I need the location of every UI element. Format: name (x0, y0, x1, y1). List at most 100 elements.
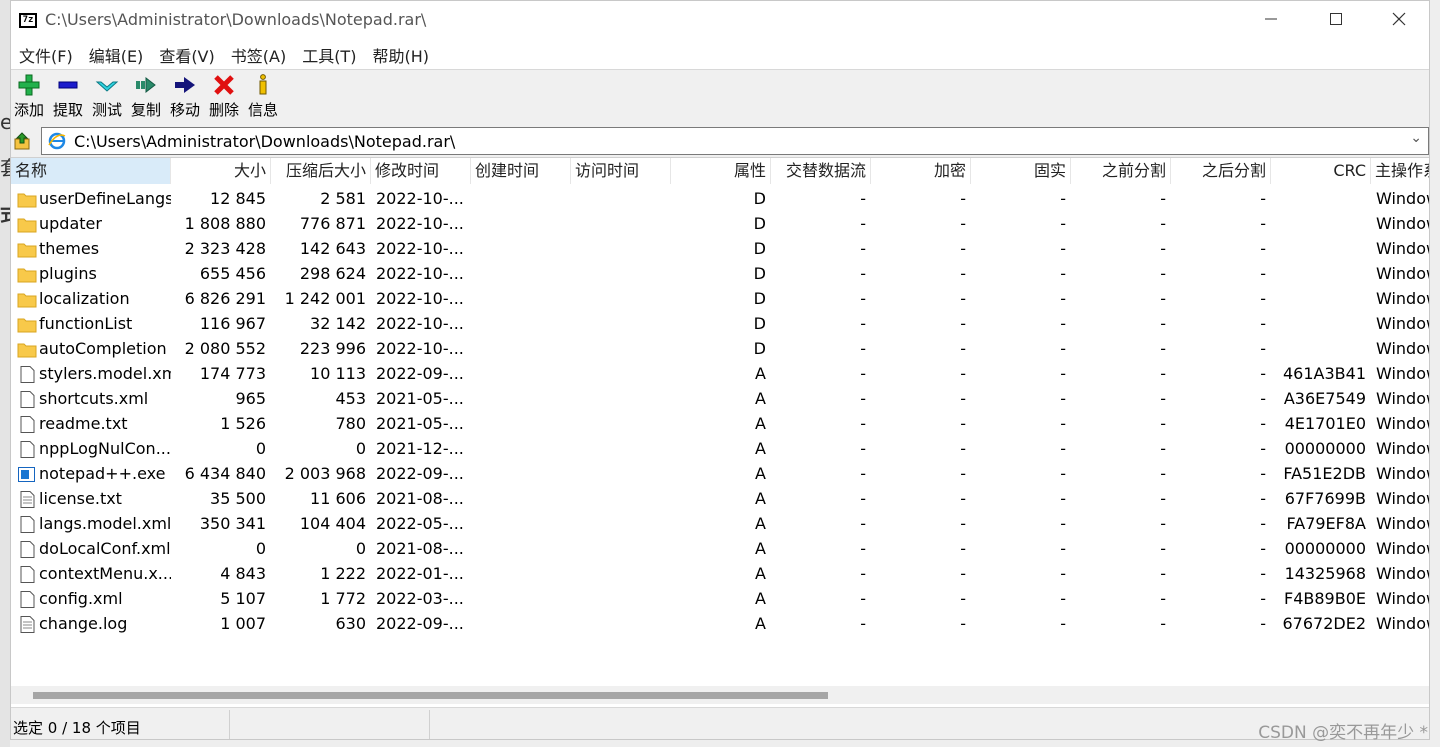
add-button[interactable]: 添加 (11, 72, 47, 120)
split-after-cell: - (1260, 614, 1266, 633)
test-icon (95, 81, 119, 92)
minimize-button[interactable] (1251, 7, 1291, 35)
move-button[interactable]: 移动 (167, 72, 203, 120)
address-field[interactable]: C:\Users\Administrator\Downloads\Notepad… (41, 127, 1429, 155)
encrypted-cell: - (960, 539, 966, 558)
delete-button[interactable]: 删除 (206, 72, 242, 120)
file-row[interactable]: plugins 655 456 298 624 2022-10-... D - - - - - Wi… (11, 261, 1429, 286)
file-row[interactable]: change.log 1 007 630 2022-09-... A - - - - -67672… (11, 611, 1429, 636)
copy-button[interactable]: 复制 (128, 72, 164, 120)
packed-size-cell: 11 606 (310, 489, 366, 508)
file-row[interactable]: localization 6 826 291 1 242 001 2022-10-..… (11, 286, 1429, 311)
menu-item[interactable]: 帮助(H) (364, 41, 437, 67)
column-header-accessed[interactable]: 访问时间 (571, 158, 671, 184)
file-name: nppLogNulCon... (39, 439, 171, 458)
solid-cell: - (1060, 264, 1066, 283)
file-row[interactable]: themes 2 323 428 142 643 2022-10-... D - - - - - W… (11, 236, 1429, 261)
file-list[interactable]: 名称 大小 压缩后大小 修改时间 创建时间 访问时间 属性 交替数据流 加密 固… (11, 158, 1429, 686)
encrypted-cell: - (960, 389, 966, 408)
column-header-name[interactable]: 名称 (11, 158, 171, 184)
split-after-cell: - (1260, 314, 1266, 333)
solid-cell: - (1060, 489, 1066, 508)
host-os-cell: Windows (1376, 539, 1429, 558)
file-row[interactable]: autoCompletion 2 080 552 223 996 2022-10-..… (11, 336, 1429, 361)
toolbar: 添加 提取 测试 复制 移动 删除 信息 (11, 69, 1429, 126)
column-header-crc[interactable]: CRC (1271, 158, 1371, 184)
file-row[interactable]: license.txt 35 500 11 606 2021-08-... A - - - - -… (11, 486, 1429, 511)
horizontal-scrollbar[interactable] (11, 686, 1429, 704)
modified-cell: 2021-05-... (376, 414, 464, 433)
host-os-cell: Windows (1376, 239, 1429, 258)
info-label: 信息 (247, 101, 278, 119)
up-folder-button[interactable] (13, 131, 37, 153)
background-glyph: 式 (0, 198, 10, 227)
file-row[interactable]: userDefineLangs 12 845 2 581 2022-10-... D - -… (11, 186, 1429, 211)
column-header-solid[interactable]: 固实 (971, 158, 1071, 184)
file-row[interactable]: notepad++.exe 6 434 840 2 003 968 2022-09-.… (11, 461, 1429, 486)
file-row[interactable]: doLocalConf.xml 0 0 2021-08-... A - - - - -000000… (11, 536, 1429, 561)
split-before-cell: - (1160, 414, 1166, 433)
file-row[interactable]: contextMenu.x... 4 843 1 222 2022-01-... A - -… (11, 561, 1429, 586)
column-header-alt-streams[interactable]: 交替数据流 (771, 158, 871, 184)
column-header-packed[interactable]: 压缩后大小 (271, 158, 371, 184)
size-cell: 1 526 (220, 414, 266, 433)
close-button[interactable] (1379, 7, 1419, 35)
file-row[interactable]: shortcuts.xml 965 453 2021-05-... A - - - - - A36E… (11, 386, 1429, 411)
delete-icon (214, 75, 234, 95)
size-cell: 0 (255, 539, 266, 558)
menu-item[interactable]: 编辑(E) (81, 41, 152, 67)
chevron-down-icon[interactable]: ⌄ (1410, 130, 1422, 146)
column-header-created[interactable]: 创建时间 (471, 158, 571, 184)
status-divider (229, 710, 230, 739)
column-header-modified[interactable]: 修改时间 (371, 158, 471, 184)
file-name: updater (39, 214, 102, 233)
modified-cell: 2021-08-... (376, 539, 464, 558)
crc-cell: 4E1701E0 (1284, 414, 1366, 433)
title-bar[interactable]: 7z C:\Users\Administrator\Downloads\Note… (11, 1, 1429, 41)
encrypted-cell: - (960, 614, 966, 633)
folder-icon (17, 215, 37, 233)
text-file-icon (17, 490, 37, 508)
file-row[interactable]: langs.model.xml 350 341 104 404 2022-05-...… (11, 511, 1429, 536)
column-header-host-os[interactable]: 主操作系统 (1371, 158, 1429, 184)
file-icon (20, 366, 35, 383)
column-header-split-before[interactable]: 之前分割 (1071, 158, 1171, 184)
column-header-attributes[interactable]: 属性 (671, 158, 771, 184)
status-bar: 选定 0 / 18 个项目 (11, 707, 1429, 739)
modified-cell: 2022-10-... (376, 264, 464, 283)
file-row[interactable]: readme.txt 1 526 780 2021-05-... A - - - - -4E170… (11, 411, 1429, 436)
scrollbar-thumb[interactable] (33, 692, 828, 699)
attributes-cell: D (753, 289, 766, 308)
maximize-button[interactable] (1316, 7, 1356, 35)
menu-item[interactable]: 书签(A) (223, 41, 294, 67)
menu-item[interactable]: 查看(V) (151, 41, 222, 67)
host-os-cell: Windows (1376, 514, 1429, 533)
column-header-split-after[interactable]: 之后分割 (1171, 158, 1271, 184)
folder-icon (17, 193, 37, 208)
column-header-size[interactable]: 大小 (171, 158, 271, 184)
menu-item[interactable]: 文件(F) (11, 41, 81, 67)
solid-cell: - (1060, 289, 1066, 308)
info-button[interactable]: 信息 (245, 72, 281, 120)
column-header-row: 名称 大小 压缩后大小 修改时间 创建时间 访问时间 属性 交替数据流 加密 固… (11, 158, 1429, 184)
file-row[interactable]: config.xml 5 107 1 772 2022-03-... A - - - - - F4B… (11, 586, 1429, 611)
file-row[interactable]: functionList 116 967 32 142 2022-10-... D - - -… (11, 311, 1429, 336)
menu-item[interactable]: 工具(T) (294, 41, 364, 67)
file-name: themes (39, 239, 100, 258)
alt-streams-cell: - (860, 339, 866, 358)
encrypted-cell: - (960, 464, 966, 483)
alt-streams-cell: - (860, 414, 866, 433)
split-after-cell: - (1260, 364, 1266, 383)
file-icon (20, 591, 35, 608)
test-button[interactable]: 测试 (89, 72, 125, 120)
packed-size-cell: 1 772 (320, 589, 366, 608)
file-row[interactable]: nppLogNulCon... 0 0 2021-12-... A - - - - -000000… (11, 436, 1429, 461)
crc-cell: 00000000 (1284, 439, 1366, 458)
file-row[interactable]: stylers.model.xml 174 773 10 113 2022-09-..… (11, 361, 1429, 386)
extract-button[interactable]: 提取 (50, 72, 86, 120)
encrypted-cell: - (960, 439, 966, 458)
crc-cell: 67672DE2 (1282, 614, 1366, 633)
file-row[interactable]: updater 1 808 880 776 871 2022-10-... D - - - - -… (11, 211, 1429, 236)
host-os-cell: Windows (1376, 364, 1429, 383)
column-header-encrypted[interactable]: 加密 (871, 158, 971, 184)
